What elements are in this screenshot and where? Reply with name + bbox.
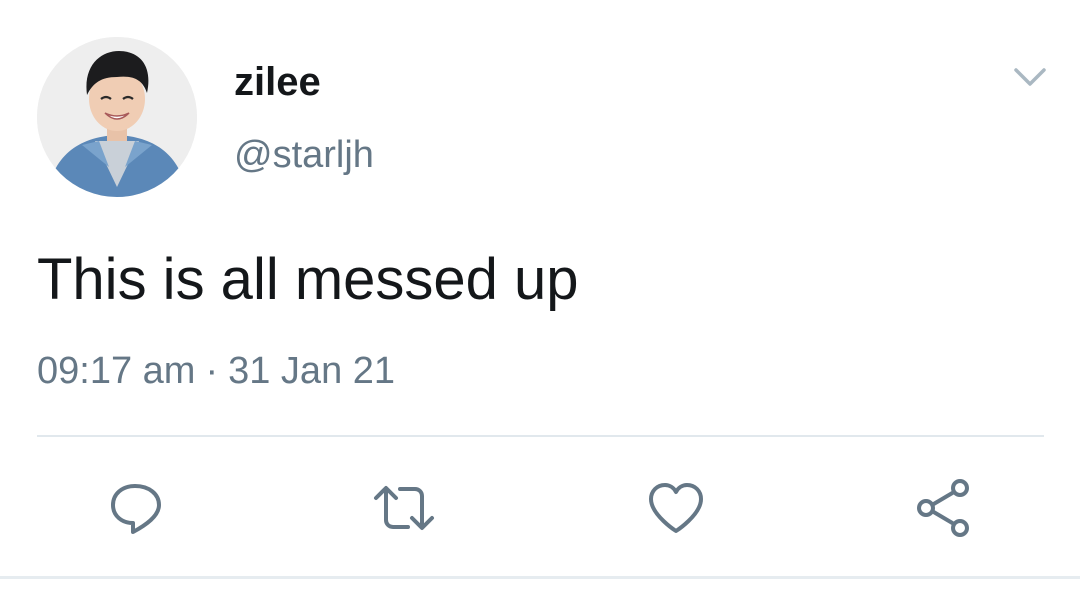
like-button[interactable] <box>644 476 708 540</box>
divider <box>37 435 1044 437</box>
reply-button[interactable] <box>104 476 168 540</box>
reply-icon <box>111 484 161 534</box>
bottom-border <box>0 576 1080 579</box>
user-handle[interactable]: @starljh <box>234 132 374 178</box>
tweet-timestamp[interactable]: 09:17 am · 31 Jan 21 <box>37 346 395 396</box>
display-name[interactable]: zilee <box>234 58 321 106</box>
share-button[interactable] <box>912 476 976 540</box>
profile-photo-icon <box>37 37 197 197</box>
chevron-down-icon[interactable] <box>1012 64 1048 90</box>
retweet-icon <box>374 486 434 530</box>
meta-separator: · <box>205 350 219 392</box>
tweet-date: 31 Jan 21 <box>228 350 396 392</box>
avatar[interactable] <box>37 37 197 197</box>
like-icon <box>649 483 703 533</box>
tweet-card: zilee @starljh This is all messed up 09:… <box>0 0 1080 596</box>
tweet-text: This is all messed up <box>37 247 579 312</box>
share-icon <box>917 479 969 537</box>
retweet-button[interactable] <box>372 476 436 540</box>
tweet-time: 09:17 am <box>37 350 196 392</box>
